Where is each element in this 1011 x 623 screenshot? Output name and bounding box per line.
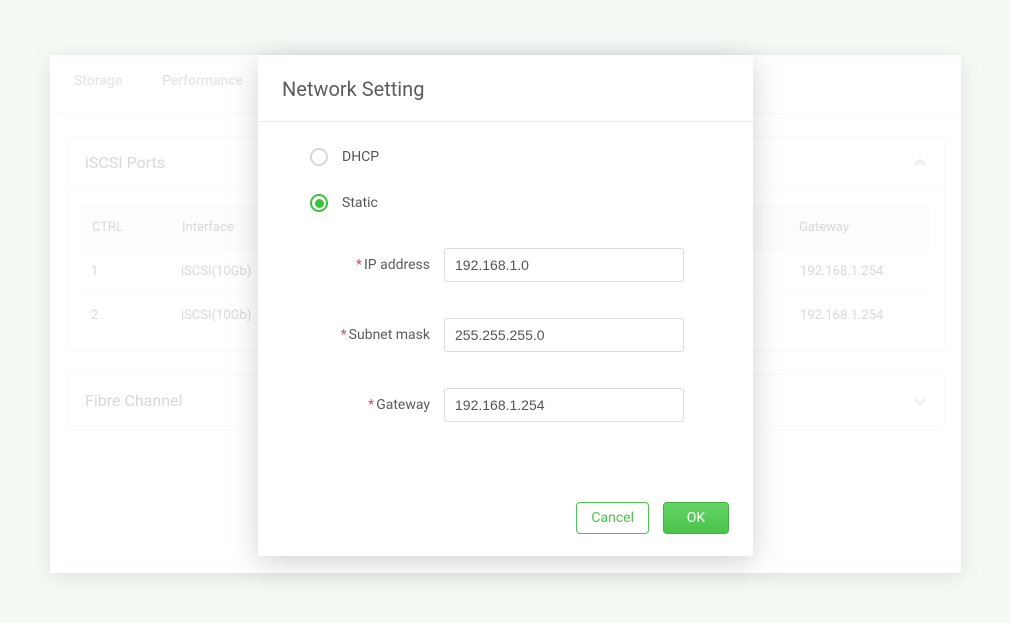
dialog-footer: Cancel OK [258, 472, 753, 556]
radio-selected-icon [310, 194, 328, 212]
form-row-mask: *Subnet mask [310, 318, 719, 352]
ip-address-label: *IP address [310, 257, 430, 273]
form-row-ip: *IP address [310, 248, 719, 282]
radio-label: Static [342, 195, 378, 211]
radio-label: DHCP [342, 149, 379, 165]
subnet-mask-label: *Subnet mask [310, 327, 430, 343]
radio-dhcp[interactable]: DHCP [310, 148, 719, 166]
radio-static[interactable]: Static [310, 194, 719, 212]
dialog-body: DHCP Static *IP address *Subnet mask *Ga… [258, 122, 753, 442]
ok-button[interactable]: OK [663, 502, 729, 534]
gateway-label: *Gateway [310, 397, 430, 413]
form-row-gateway: *Gateway [310, 388, 719, 422]
subnet-mask-input[interactable] [444, 318, 684, 352]
radio-icon [310, 148, 328, 166]
dialog-title: Network Setting [258, 55, 753, 122]
cancel-button[interactable]: Cancel [576, 502, 649, 534]
ip-address-input[interactable] [444, 248, 684, 282]
gateway-input[interactable] [444, 388, 684, 422]
network-setting-dialog: Network Setting DHCP Static *IP address … [258, 55, 753, 556]
